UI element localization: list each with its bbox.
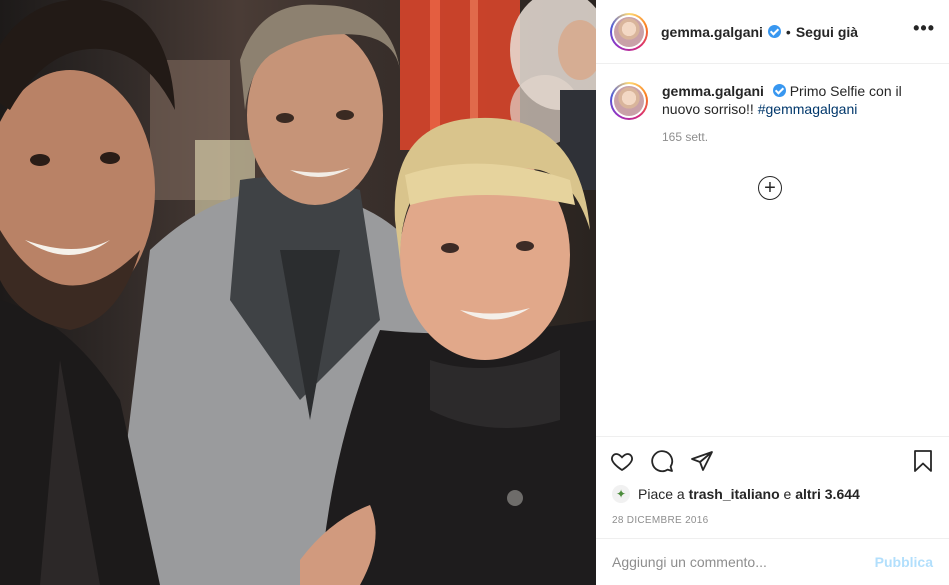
share-icon[interactable] xyxy=(690,449,714,473)
avatar-ring-inner xyxy=(612,84,646,118)
caption-text: gemma.galgani Primo Selfie con il nuovo … xyxy=(662,82,922,120)
comment-input[interactable] xyxy=(612,554,875,570)
post-date[interactable]: 28 DICEMBRE 2016 xyxy=(612,515,709,526)
likes-others[interactable]: altri 3.644 xyxy=(795,486,860,502)
bookmark-icon[interactable] xyxy=(911,449,935,473)
header-separator: • xyxy=(785,23,791,40)
author-avatar[interactable] xyxy=(610,12,648,51)
heart-icon[interactable] xyxy=(610,449,634,473)
caption-timestamp[interactable]: 165 sett. xyxy=(662,130,949,144)
post-header: gemma.galgani • Segui già ••• xyxy=(596,0,949,64)
action-icons xyxy=(610,449,714,473)
publish-button[interactable]: Pubblica xyxy=(875,554,933,570)
comment-icon[interactable] xyxy=(650,449,674,473)
selfie-image xyxy=(0,0,596,585)
avatar-ring-inner xyxy=(612,14,646,49)
likes-connector: e xyxy=(783,486,792,502)
caption-hashtag[interactable]: #gemmagalgani xyxy=(758,101,858,117)
plus-circle-icon[interactable]: + xyxy=(758,176,782,200)
post-actions: ✦ Piace a trash_italiano e altri 3.644 2… xyxy=(596,436,949,534)
post-photo[interactable] xyxy=(0,0,596,585)
more-options-icon[interactable]: ••• xyxy=(913,18,935,39)
post-side-panel: gemma.galgani • Segui già ••• gemma.galg… xyxy=(596,0,949,585)
verified-badge-icon xyxy=(767,25,781,38)
comments-area: gemma.galgani Primo Selfie con il nuovo … xyxy=(596,64,949,436)
liker-username[interactable]: trash_italiano xyxy=(689,486,780,502)
follow-status-button[interactable]: Segui già xyxy=(796,24,858,40)
avatar-image xyxy=(614,16,644,47)
comment-form: Pubblica xyxy=(596,538,949,585)
liker-avatar: ✦ xyxy=(612,485,630,503)
avatar-image xyxy=(614,86,644,116)
author-username[interactable]: gemma.galgani xyxy=(661,24,763,40)
caption-row: gemma.galgani Primo Selfie con il nuovo … xyxy=(596,64,949,120)
caption-username[interactable]: gemma.galgani xyxy=(662,83,764,99)
likes-prefix: Piace a xyxy=(638,486,685,502)
caption-avatar[interactable] xyxy=(610,82,648,120)
likes-summary[interactable]: ✦ Piace a trash_italiano e altri 3.644 xyxy=(612,485,860,503)
verified-badge-icon xyxy=(772,84,786,97)
